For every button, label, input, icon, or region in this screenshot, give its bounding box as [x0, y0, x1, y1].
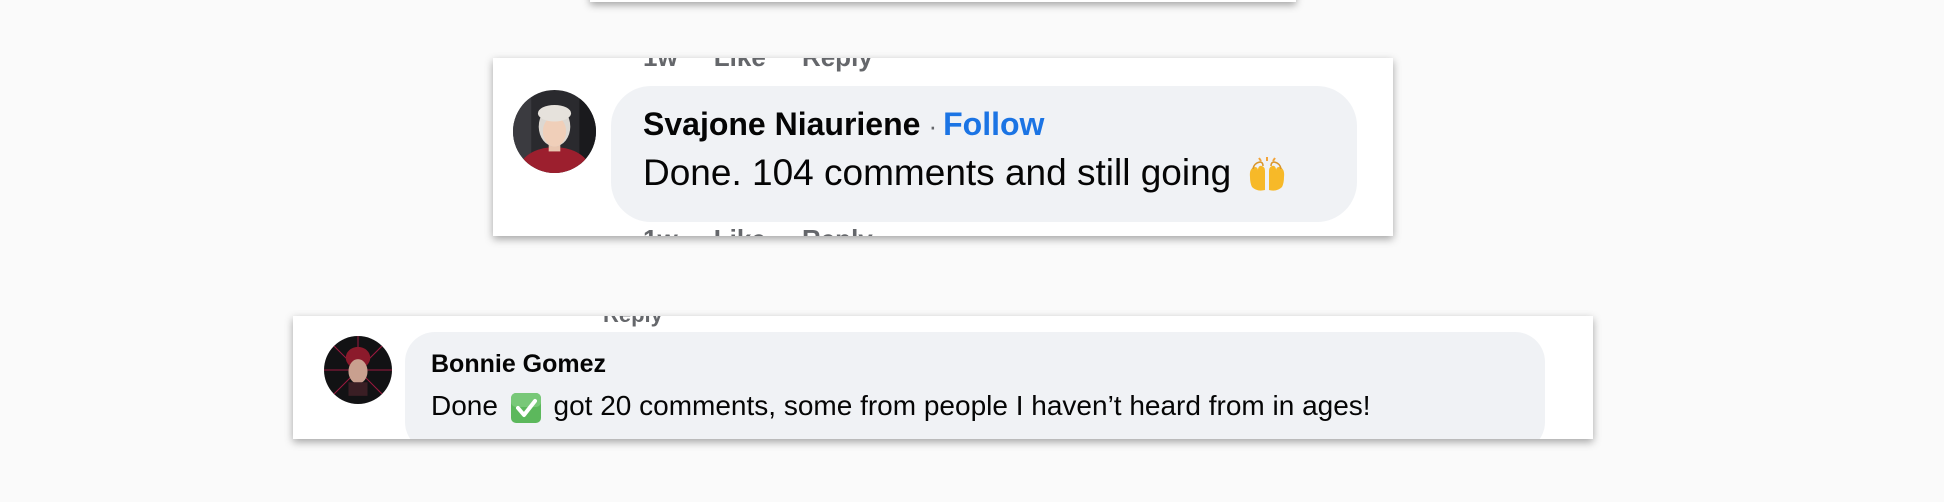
comment-text-head: Done: [431, 390, 506, 421]
raising-hands-icon: [1246, 157, 1288, 193]
comment-card: 1w Like Reply Svajone Niauriene ·Follow D…: [493, 58, 1393, 236]
separator-dot: ·: [928, 111, 938, 141]
previous-comment-card-edge: [590, 0, 1296, 2]
page: { "colors": { "page_background": "#fafaf…: [0, 0, 1944, 502]
check-mark-button-icon: [510, 392, 542, 424]
follow-button[interactable]: Follow: [943, 106, 1044, 142]
author-name[interactable]: Svajone Niauriene: [643, 106, 920, 142]
comment-actions-clipped: 1w Like Reply: [643, 58, 873, 73]
comment-actions-clipped: 1w Like Reply: [643, 224, 873, 236]
comment-text-body: got 20 comments, some from people I have…: [545, 390, 1371, 421]
comment-actions-clipped: Reply: [603, 316, 663, 328]
profile-photo-svajone: [513, 90, 596, 173]
comment-header: Svajone Niauriene · Follow: [643, 106, 1044, 143]
comment-text-body: Done. 104 comments and still going: [643, 152, 1242, 193]
author-name[interactable]: Bonnie Gomez: [431, 350, 606, 378]
comment-card: Reply Bonnie Gomez Done: [293, 316, 1593, 439]
comment-header: Bonnie Gomez: [431, 350, 606, 379]
avatar[interactable]: [513, 90, 596, 173]
comment-bubble: Svajone Niauriene · Follow Done. 104 comme…: [611, 86, 1357, 222]
profile-photo-bonnie: [324, 336, 392, 404]
comment-bubble: Bonnie Gomez Done got 20 comments, some …: [405, 332, 1545, 439]
comment-text: Done got 20 comments, some from people I…: [431, 390, 1371, 424]
avatar[interactable]: [324, 336, 392, 404]
comment-text: Done. 104 comments and still going: [643, 152, 1292, 194]
